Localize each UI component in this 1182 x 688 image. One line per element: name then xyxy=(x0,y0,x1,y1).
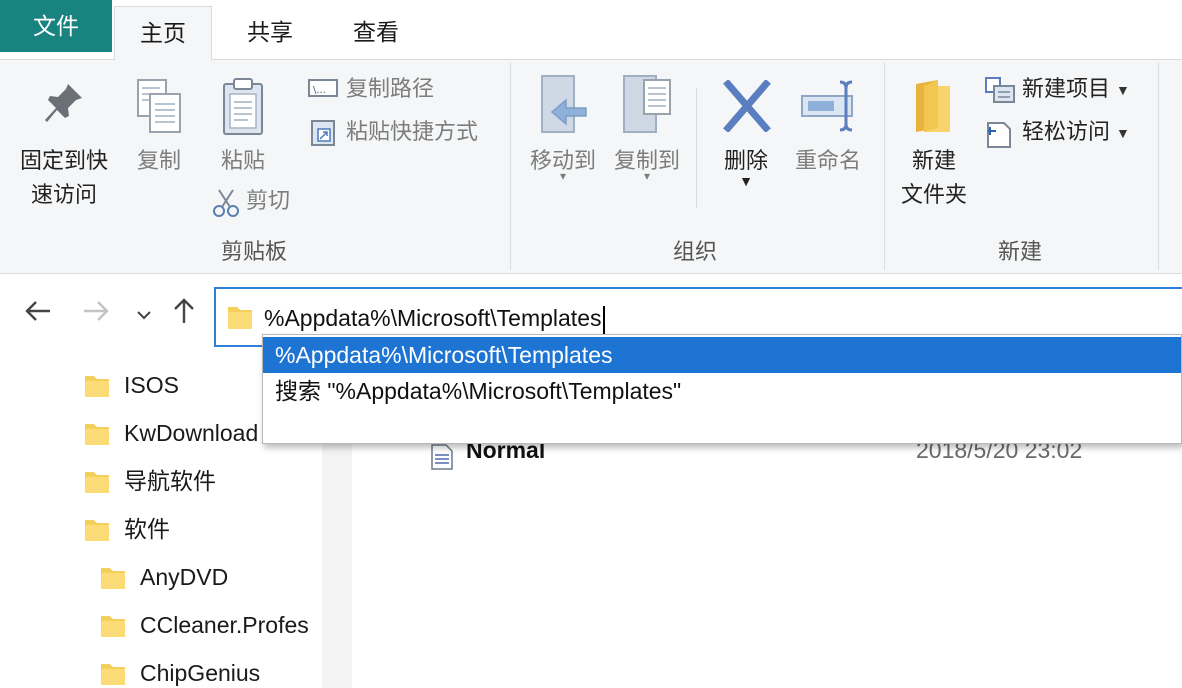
chevron-down-icon xyxy=(137,311,151,320)
easy-access-button[interactable]: 轻松访问 ▼ xyxy=(984,115,1154,149)
paste-shortcut-label: 粘贴快捷方式 xyxy=(346,119,479,144)
folder-icon xyxy=(85,376,109,397)
new-folder-icon xyxy=(916,80,950,132)
copy-path-icon: \... xyxy=(308,79,338,97)
copy-to-caret-icon: ▾ xyxy=(643,169,651,183)
copy-to-icon xyxy=(623,75,671,133)
group-divider xyxy=(884,62,885,270)
copy-path-label: 复制路径 xyxy=(346,76,435,101)
easy-access-icon xyxy=(987,122,1011,148)
autocomplete-search-item[interactable]: 搜索 "%Appdata%\Microsoft\Templates" xyxy=(263,373,1181,409)
paste-label: 粘贴 xyxy=(220,148,265,173)
forward-button[interactable] xyxy=(76,291,116,331)
forward-arrow-icon xyxy=(84,301,109,321)
svg-text:\...: \... xyxy=(313,85,326,96)
copy-icon xyxy=(137,79,181,133)
clipboard-icon xyxy=(223,78,263,135)
folder-icon xyxy=(85,424,109,445)
folder-icon xyxy=(101,664,125,685)
paste-shortcut-icon xyxy=(311,120,335,146)
organize-inner-divider xyxy=(696,88,697,208)
autocomplete-suggestion[interactable]: %Appdata%\Microsoft\Templates xyxy=(263,337,1181,373)
new-item-label: 新建项目 xyxy=(1022,76,1111,101)
move-to-icon xyxy=(541,75,587,133)
back-button[interactable] xyxy=(18,291,58,331)
tree-item[interactable]: CCleaner.Profes xyxy=(100,601,322,649)
rename-label: 重命名 xyxy=(794,148,861,173)
back-arrow-icon xyxy=(25,301,50,321)
clipboard-group-label: 剪贴板 xyxy=(220,239,287,264)
ribbon-home: 固定到快 速访问 复制 粘贴 \... 复制路径 粘贴快捷方式 剪切 剪贴板 移… xyxy=(0,60,1182,274)
delete-button[interactable]: 删除 ▼ xyxy=(708,78,784,208)
move-to-caret-icon: ▾ xyxy=(559,169,567,183)
address-autocomplete-dropdown: %Appdata%\Microsoft\Templates 搜索 "%Appda… xyxy=(262,334,1182,444)
organize-group-label: 组织 xyxy=(672,239,717,264)
tree-item-label: ChipGenius xyxy=(140,660,261,686)
pin-label-line1: 固定到快 xyxy=(19,148,108,173)
tree-item-label: KwDownload xyxy=(124,420,259,446)
address-input[interactable]: %Appdata%\Microsoft\Templates xyxy=(264,301,605,335)
tab-file[interactable]: 文件 xyxy=(0,0,112,52)
delete-icon xyxy=(723,80,771,132)
new-folder-label-line1: 新建 xyxy=(911,148,956,173)
tree-item-label: 导航软件 xyxy=(124,468,216,494)
copy-to-button[interactable]: 复制到 ▾ xyxy=(604,74,690,204)
copy-path-button[interactable]: \... 复制路径 xyxy=(308,72,458,106)
tree-item-label: AnyDVD xyxy=(140,564,229,590)
text-cursor xyxy=(602,305,605,334)
tree-item-label: ISOS xyxy=(124,372,179,398)
new-group-label: 新建 xyxy=(997,239,1042,264)
pin-to-quick-access-button[interactable]: 固定到快 速访问 xyxy=(8,80,120,220)
folder-icon xyxy=(101,568,125,589)
address-value: %Appdata%\Microsoft\Templates xyxy=(264,305,602,331)
new-item-icon xyxy=(985,77,1015,103)
group-divider xyxy=(1158,62,1159,270)
new-item-button[interactable]: 新建项目 ▼ xyxy=(984,72,1154,106)
scissors-icon xyxy=(213,189,239,217)
copy-button[interactable]: 复制 xyxy=(122,76,196,176)
rename-icon xyxy=(801,80,853,132)
cut-label: 剪切 xyxy=(246,188,291,213)
folder-icon xyxy=(85,472,109,493)
tab-home[interactable]: 主页 xyxy=(114,6,212,61)
pin-icon xyxy=(45,84,82,122)
easy-access-label: 轻松访问 xyxy=(1022,119,1111,144)
ribbon-tab-bar: 文件 主页 共享 查看 xyxy=(0,0,1182,61)
tree-item-label: CCleaner.Profes xyxy=(140,612,309,638)
chevron-down-icon: ▼ xyxy=(1116,125,1130,142)
folder-icon xyxy=(85,520,109,541)
folder-icon xyxy=(101,616,125,637)
group-divider xyxy=(510,62,511,270)
paste-button[interactable]: 粘贴 xyxy=(206,76,280,176)
pin-label-line2: 速访问 xyxy=(30,182,97,207)
tab-share[interactable]: 共享 xyxy=(232,6,308,60)
new-folder-label-line2: 文件夹 xyxy=(900,182,967,207)
move-to-button[interactable]: 移动到 ▾ xyxy=(520,74,606,204)
recent-locations-button[interactable] xyxy=(126,291,162,331)
tree-item-label: 软件 xyxy=(124,516,170,542)
folder-icon xyxy=(228,307,252,329)
up-button[interactable] xyxy=(164,291,204,331)
document-icon xyxy=(431,444,453,470)
new-folder-button[interactable]: 新建 文件夹 xyxy=(890,78,978,218)
tab-view[interactable]: 查看 xyxy=(340,6,412,60)
cut-button[interactable]: 剪切 xyxy=(212,184,312,218)
paste-shortcut-button[interactable]: 粘贴快捷方式 xyxy=(308,115,508,149)
delete-caret-icon: ▼ xyxy=(739,173,753,189)
up-arrow-icon xyxy=(174,298,194,323)
copy-label: 复制 xyxy=(136,148,181,173)
chevron-down-icon: ▼ xyxy=(1116,82,1130,99)
rename-button[interactable]: 重命名 xyxy=(786,78,870,178)
